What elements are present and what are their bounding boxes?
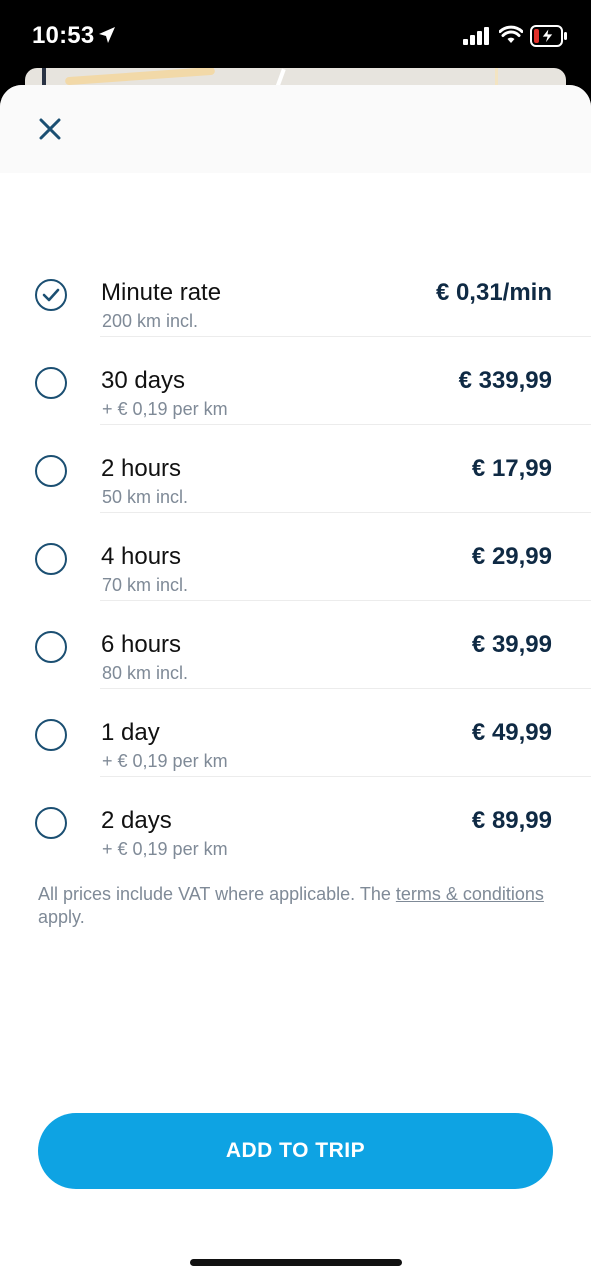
radio-selected[interactable] <box>35 279 67 311</box>
rate-price: € 49,99 <box>471 719 552 746</box>
rate-title: 30 days <box>101 367 186 394</box>
rate-subtitle: 70 km incl. <box>102 575 189 595</box>
rate-option-2-days[interactable]: 2 days + € 0,19 per km € 89,99 <box>0 777 591 865</box>
rate-option-1-day[interactable]: 1 day + € 0,19 per km € 49,99 <box>0 689 591 777</box>
rate-selection-sheet: Minute rate 200 km incl. € 0,31/min 30 d… <box>0 85 591 1280</box>
rate-price: € 89,99 <box>471 807 552 834</box>
rate-title: 6 hours <box>101 631 182 658</box>
status-time: 10:53 <box>32 22 95 49</box>
rate-subtitle: + € 0,19 per km <box>102 399 228 419</box>
rate-option-30-days[interactable]: 30 days + € 0,19 per km € 339,99 <box>0 337 591 425</box>
radio-unselected[interactable] <box>35 543 67 575</box>
sheet-header <box>0 85 591 173</box>
rate-option-2-hours[interactable]: 2 hours 50 km incl. € 17,99 <box>0 425 591 513</box>
rate-title: 4 hours <box>101 543 182 570</box>
close-icon <box>39 118 61 140</box>
radio-unselected[interactable] <box>35 719 67 751</box>
vat-note: All prices include VAT where applicable.… <box>38 883 558 929</box>
battery-charging-icon <box>530 25 567 47</box>
rate-price: € 339,99 <box>458 367 552 394</box>
rate-price: € 29,99 <box>471 543 552 570</box>
rate-title: 1 day <box>101 719 160 746</box>
rate-option-6-hours[interactable]: 6 hours 80 km incl. € 39,99 <box>0 601 591 689</box>
rate-option-4-hours[interactable]: 4 hours 70 km incl. € 29,99 <box>0 513 591 601</box>
signal-icon <box>463 27 489 45</box>
home-indicator <box>190 1259 402 1266</box>
status-bar: 10:53 <box>0 0 591 70</box>
vat-note-text: All prices include VAT where applicable.… <box>38 884 396 904</box>
rate-subtitle: 200 km incl. <box>102 311 199 331</box>
radio-unselected[interactable] <box>35 631 67 663</box>
rate-subtitle: 50 km incl. <box>102 487 189 507</box>
vat-note-suffix: apply. <box>38 907 85 927</box>
radio-unselected[interactable] <box>35 807 67 839</box>
add-to-trip-button[interactable]: ADD TO TRIP <box>38 1113 553 1189</box>
rate-option-minute-rate[interactable]: Minute rate 200 km incl. € 0,31/min <box>0 249 591 337</box>
rate-price: € 39,99 <box>471 631 552 658</box>
close-button[interactable] <box>30 109 70 149</box>
rate-list: Minute rate 200 km incl. € 0,31/min 30 d… <box>0 249 591 865</box>
rate-title: 2 hours <box>101 455 182 482</box>
location-arrow-icon <box>99 27 115 43</box>
radio-unselected[interactable] <box>35 455 67 487</box>
rate-subtitle: + € 0,19 per km <box>102 839 228 859</box>
rate-price: € 0,31/min <box>435 279 552 306</box>
rate-subtitle: + € 0,19 per km <box>102 751 228 771</box>
rate-title: 2 days <box>101 807 172 834</box>
radio-unselected[interactable] <box>35 367 67 399</box>
wifi-icon <box>499 25 523 43</box>
terms-conditions-link[interactable]: terms & conditions <box>396 884 544 904</box>
rate-subtitle: 80 km incl. <box>102 663 189 683</box>
rate-price: € 17,99 <box>471 455 552 482</box>
rate-title: Minute rate <box>101 279 222 306</box>
checkmark-icon <box>42 288 60 302</box>
